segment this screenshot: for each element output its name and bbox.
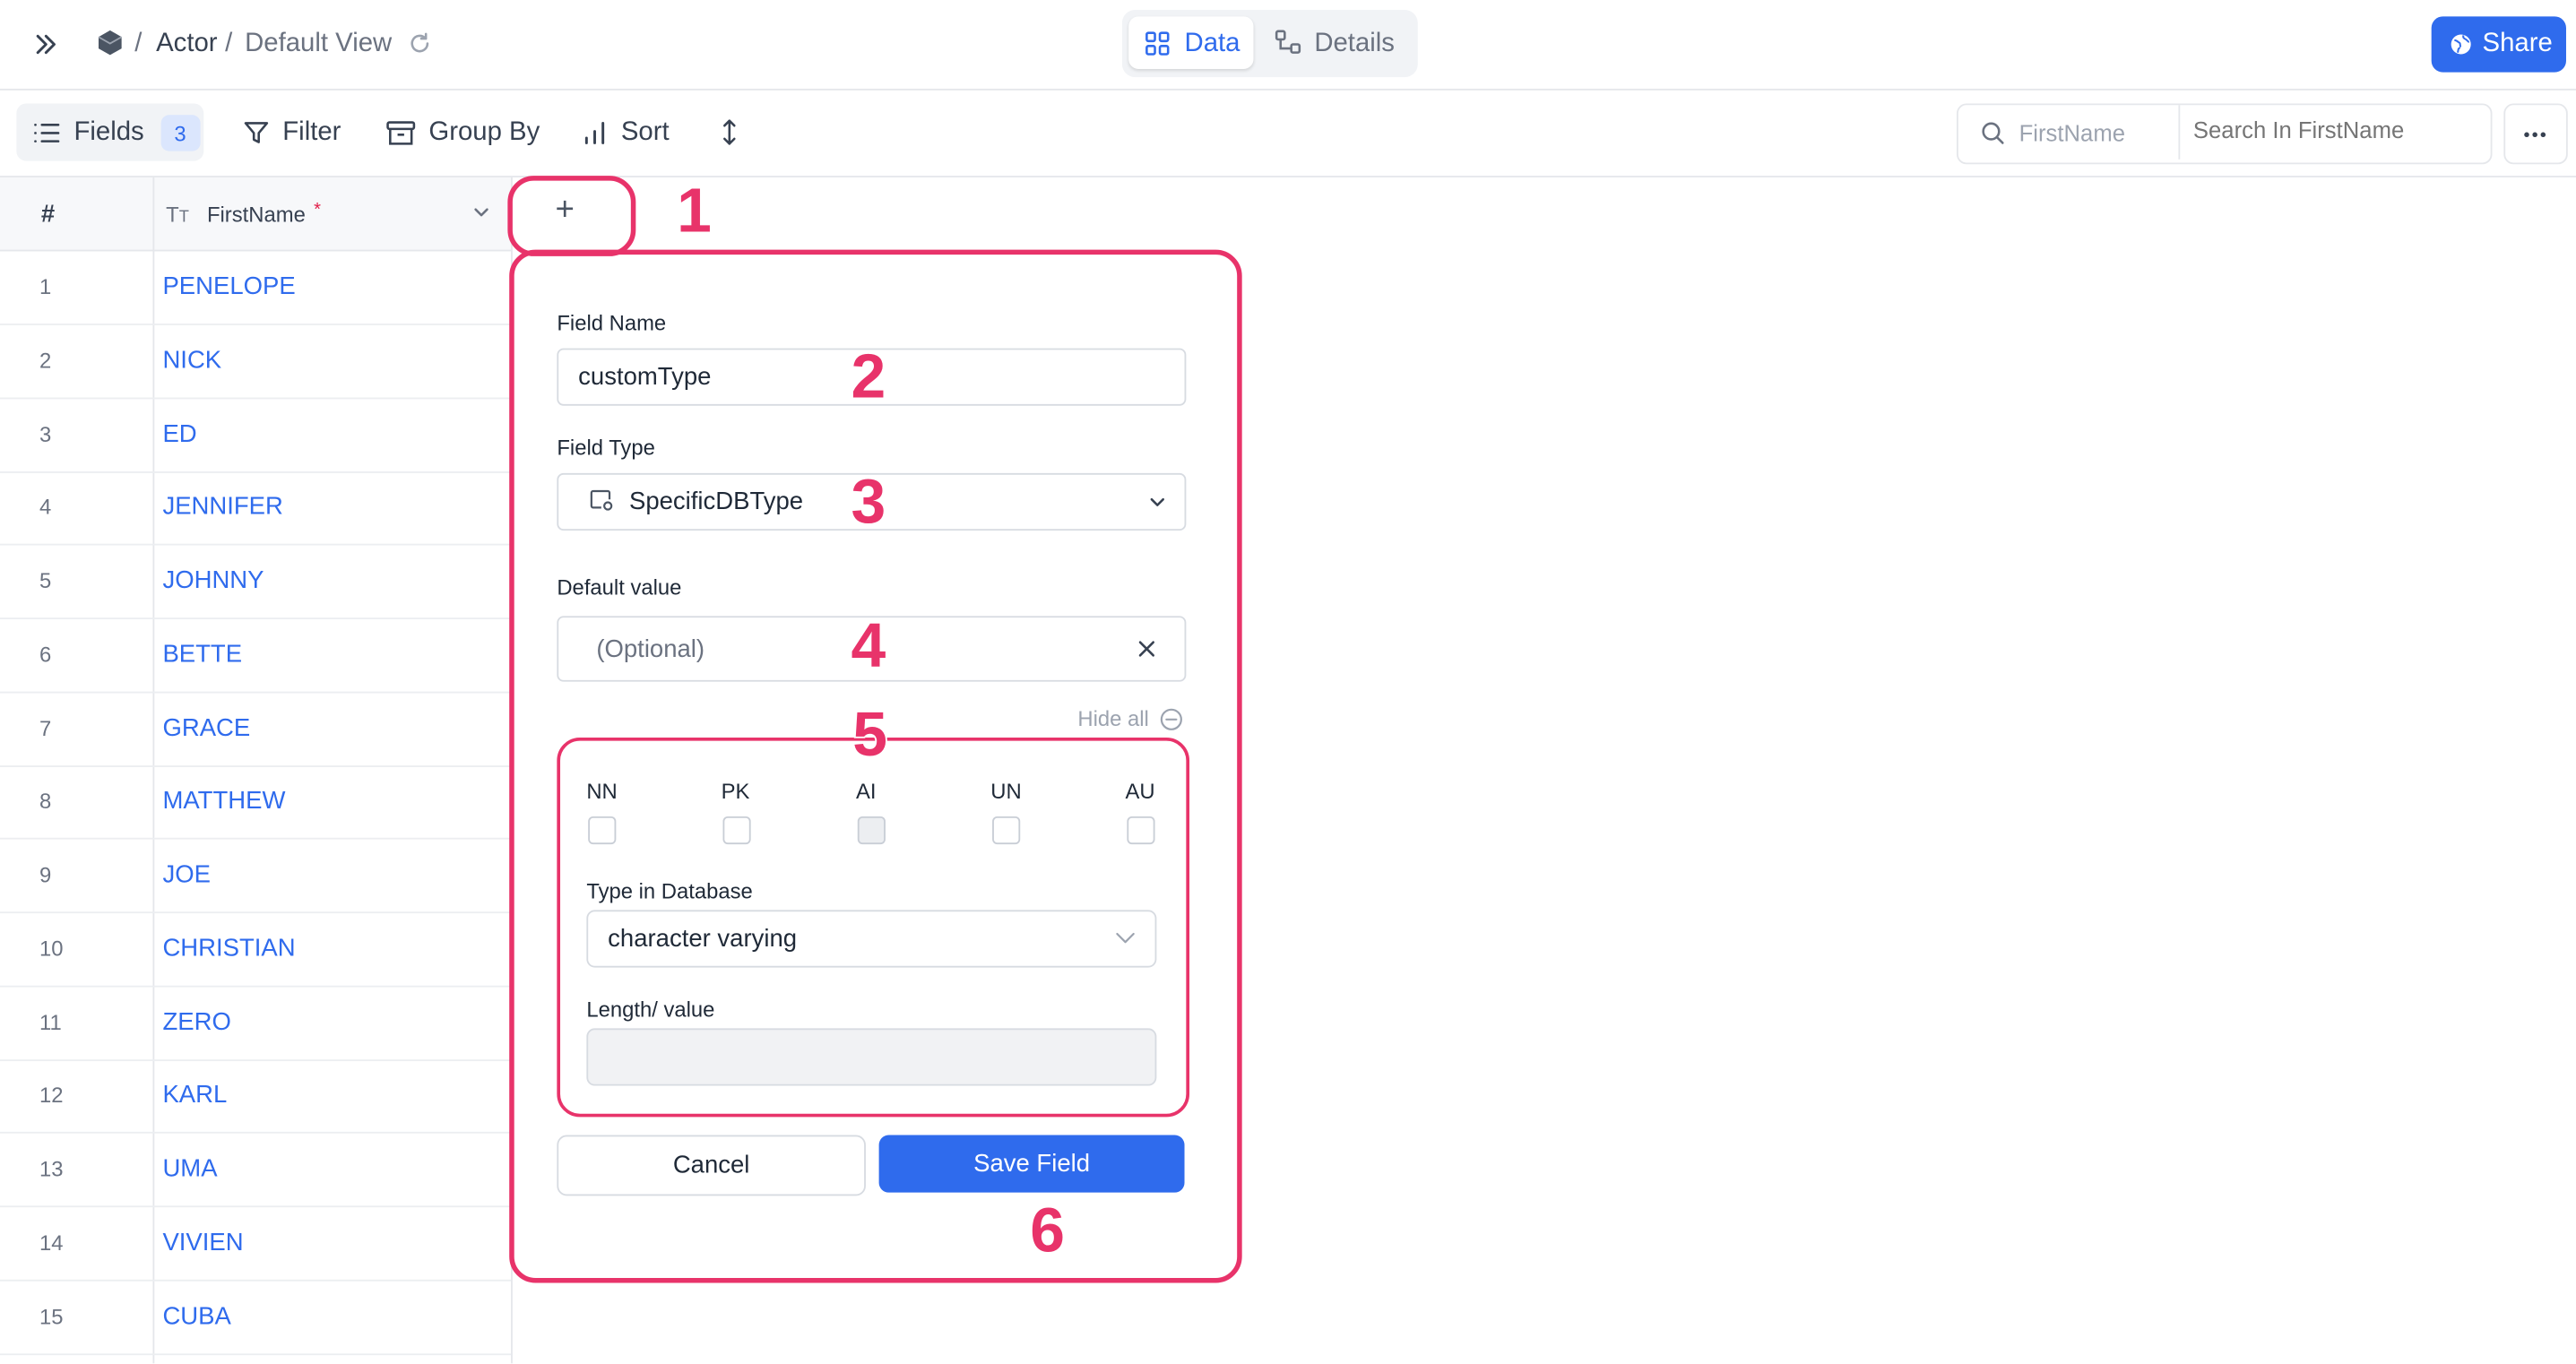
sort-label: Sort	[620, 117, 670, 147]
tab-data-label: Data	[1184, 29, 1240, 58]
table-row[interactable]: 5 JOHNNY	[0, 546, 512, 620]
table-row[interactable]: 8 MATTHEW	[0, 766, 512, 841]
firstname-cell[interactable]: VIVIEN	[162, 1229, 243, 1256]
row-number: 15	[39, 1303, 64, 1328]
firstname-cell[interactable]: PENELOPE	[162, 272, 295, 300]
text-type-icon: TT	[166, 202, 189, 227]
share-label: Share	[2482, 29, 2553, 58]
firstname-cell[interactable]: JENNIFER	[162, 493, 282, 521]
firstname-cell[interactable]: KARL	[162, 1082, 227, 1109]
search-input[interactable]	[2192, 117, 2473, 143]
reload-icon[interactable]	[408, 31, 432, 56]
breadcrumb-view[interactable]: Default View	[245, 30, 392, 59]
annotation-number: 1	[675, 176, 713, 248]
row-height-icon[interactable]	[720, 118, 739, 146]
firstname-cell[interactable]: NICK	[162, 346, 221, 374]
annotation-highlight	[557, 737, 1190, 1118]
annotation-highlight	[507, 176, 636, 256]
search-icon	[1981, 122, 2004, 145]
row-number: 9	[39, 862, 52, 887]
annotation-number: 4	[850, 611, 887, 684]
breadcrumb-table[interactable]: Actor	[156, 30, 217, 59]
list-icon	[33, 122, 61, 145]
firstname-cell[interactable]: JOE	[162, 860, 210, 888]
table-row[interactable]: 9 JOE	[0, 840, 512, 914]
annotation-number: 5	[851, 700, 888, 773]
row-number: 4	[39, 495, 52, 520]
column-header-firstname[interactable]: FirstName	[207, 202, 306, 226]
table-row[interactable]: 11 ZERO	[0, 987, 512, 1061]
grid-icon	[1145, 31, 1170, 56]
index-header: #	[40, 200, 56, 229]
row-number: 10	[39, 936, 64, 961]
row-number: 2	[39, 348, 52, 373]
annotation-number: 3	[850, 467, 887, 540]
more-options-button[interactable]	[2503, 103, 2568, 165]
table-row[interactable]: 14 VIVIEN	[0, 1207, 512, 1282]
group-by-icon	[386, 120, 416, 146]
more-icon	[2523, 132, 2546, 138]
row-number: 14	[39, 1230, 64, 1255]
row-number: 6	[39, 642, 52, 667]
table-row[interactable]: 3 ED	[0, 398, 512, 472]
row-number: 13	[39, 1156, 64, 1181]
row-number: 3	[39, 421, 52, 446]
globe-icon	[2450, 33, 2473, 56]
firstname-cell[interactable]: CUBA	[162, 1302, 230, 1330]
group-by-label: Group By	[428, 117, 540, 147]
database-icon	[95, 28, 125, 57]
expand-sidebar-icon[interactable]	[33, 31, 59, 57]
bar-chart-icon	[582, 120, 608, 146]
firstname-cell[interactable]: ZERO	[162, 1007, 230, 1035]
filter-icon	[243, 120, 269, 146]
group-by-button[interactable]: Group By	[386, 118, 540, 148]
firstname-cell[interactable]: CHRISTIAN	[162, 934, 295, 962]
firstname-cell[interactable]: GRACE	[162, 713, 250, 741]
table-row[interactable]: 13 UMA	[0, 1134, 512, 1208]
table-row[interactable]: 6 BETTE	[0, 619, 512, 694]
filter-button[interactable]: Filter	[243, 118, 341, 148]
row-number: 5	[39, 568, 52, 593]
row-number: 1	[39, 274, 52, 299]
breadcrumb-separator: /	[225, 29, 233, 58]
row-number: 12	[39, 1083, 64, 1108]
annotation-number: 2	[850, 341, 887, 414]
row-number: 11	[39, 1009, 62, 1034]
table-row[interactable]: 2 NICK	[0, 324, 512, 399]
tab-details[interactable]: Details	[1314, 30, 1395, 59]
row-number: 7	[39, 715, 52, 740]
filter-label: Filter	[282, 117, 341, 147]
required-mark: *	[314, 200, 321, 220]
firstname-cell[interactable]: BETTE	[162, 640, 242, 668]
fields-count-badge: 3	[160, 115, 201, 151]
fields-label: Fields	[73, 117, 144, 147]
schema-icon	[1275, 30, 1302, 56]
table-row[interactable]: 1 PENELOPE	[0, 251, 512, 325]
sort-button[interactable]: Sort	[582, 118, 670, 148]
table-row[interactable]: 12 KARL	[0, 1060, 512, 1135]
firstname-cell[interactable]: UMA	[162, 1155, 217, 1183]
firstname-cell[interactable]: JOHNNY	[162, 566, 264, 594]
table-row[interactable]: 4 JENNIFER	[0, 472, 512, 546]
share-button[interactable]: Share	[2431, 16, 2566, 73]
fields-group: Fields 3	[33, 115, 201, 151]
firstname-cell[interactable]: ED	[162, 419, 196, 447]
breadcrumb-separator: /	[134, 29, 143, 58]
annotation-number: 6	[1028, 1196, 1066, 1268]
chevron-down-icon[interactable]	[473, 207, 489, 219]
firstname-cell[interactable]: MATTHEW	[162, 787, 285, 815]
divider	[2178, 105, 2181, 160]
search-field-select[interactable]: FirstName	[2019, 120, 2125, 146]
table-row[interactable]: 10 CHRISTIAN	[0, 913, 512, 988]
table-row[interactable]: 7 GRACE	[0, 693, 512, 767]
row-number: 8	[39, 789, 52, 814]
table-row[interactable]: 15 CUBA	[0, 1281, 512, 1355]
